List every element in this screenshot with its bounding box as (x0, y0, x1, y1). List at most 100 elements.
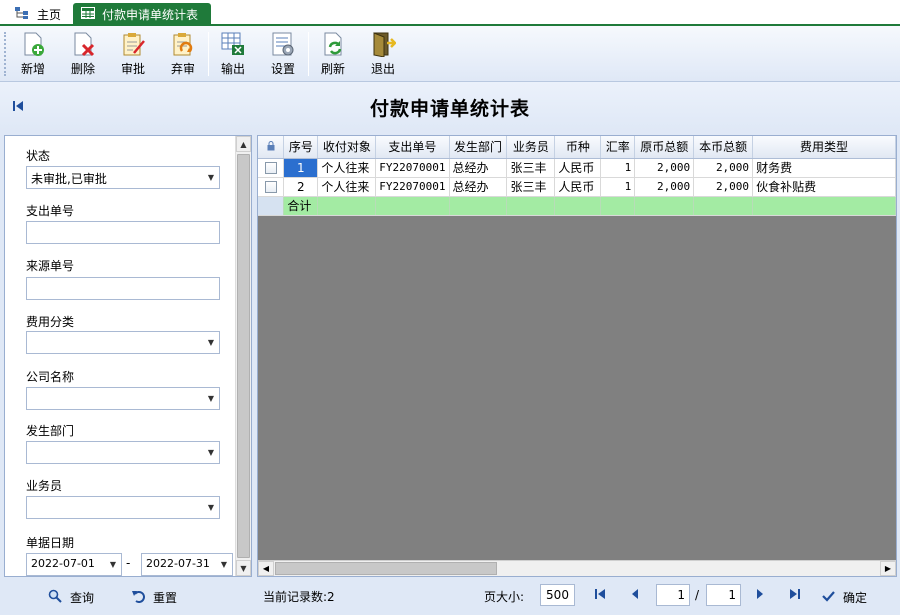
checkbox-icon[interactable] (264, 181, 277, 193)
unapprove-button[interactable]: 弃审 (161, 29, 205, 79)
cell-seq[interactable]: 2 (283, 177, 319, 197)
date-label: 单据日期 (26, 536, 75, 550)
page-size-input[interactable]: 500 (540, 584, 575, 606)
scroll-thumb[interactable] (237, 154, 250, 558)
cell-currency[interactable]: 人民币 (554, 158, 602, 178)
source-no-label: 来源单号 (26, 259, 75, 273)
column-header[interactable]: 支出单号 (375, 136, 450, 159)
data-grid: 序号 收付对象 支出单号 发生部门 业务员 币种 汇率 原币总额 本币总额 费用… (257, 135, 897, 577)
column-header[interactable]: 汇率 (600, 136, 636, 159)
row-checkbox[interactable] (258, 177, 285, 197)
row-checkbox[interactable] (258, 158, 285, 178)
chevron-down-icon[interactable]: ▼ (203, 332, 219, 353)
current-page-input[interactable]: 1 (656, 584, 690, 606)
filter-panel: 状态 未审批,已审批 ▼ 支出单号 来源单号 费用分类 ▼ 公司名称 ▼ 发生部… (4, 135, 252, 577)
chevron-down-icon[interactable]: ▼ (203, 167, 219, 188)
company-select[interactable]: ▼ (26, 387, 220, 410)
column-header[interactable]: 序号 (283, 136, 319, 159)
chevron-down-icon[interactable]: ▼ (105, 554, 121, 575)
undo-icon (131, 589, 145, 606)
expense-category-select[interactable]: ▼ (26, 331, 220, 354)
cell-rate[interactable]: 1 (600, 177, 636, 197)
column-header[interactable]: 业务员 (506, 136, 556, 159)
cell-salesperson[interactable]: 张三丰 (506, 177, 556, 197)
grid-horizontal-scrollbar[interactable]: ◀ ▶ (258, 560, 896, 576)
query-button[interactable]: 查询 (48, 589, 94, 606)
cell-currency[interactable]: 人民币 (554, 177, 602, 197)
lock-icon (267, 140, 275, 154)
scroll-left-icon[interactable]: ◀ (258, 561, 274, 576)
toolbar-grip (4, 32, 7, 76)
tab-home-label: 主页 (37, 8, 62, 22)
date-to-input[interactable]: 2022-07-31 ▼ (141, 553, 233, 576)
cell-local-amount[interactable]: 2,000 (693, 158, 754, 178)
refresh-button[interactable]: 刷新 (311, 29, 355, 79)
add-button[interactable]: 新增 (11, 29, 55, 79)
status-select[interactable]: 未审批,已审批 ▼ (26, 166, 220, 189)
exit-button[interactable]: 退出 (361, 29, 405, 79)
chevron-down-icon[interactable]: ▼ (203, 388, 219, 409)
toolbar-separator (208, 32, 209, 76)
cell-orig-amount[interactable]: 2,000 (634, 177, 695, 197)
next-page-icon[interactable] (755, 588, 765, 603)
summary-cell (449, 196, 508, 216)
column-header[interactable]: 币种 (554, 136, 602, 159)
scroll-up-icon[interactable]: ▲ (236, 136, 251, 152)
first-page-icon[interactable] (594, 588, 606, 603)
tab-home[interactable]: 主页 (6, 3, 69, 26)
tab-payment-stats[interactable]: 付款申请单统计表 (73, 3, 211, 26)
cell-expense-no[interactable]: FY22070001 (375, 158, 450, 178)
summary-cell (317, 196, 377, 216)
expense-no-input[interactable] (26, 221, 220, 244)
last-page-icon[interactable] (789, 588, 801, 603)
table-header-row: 序号 收付对象 支出单号 发生部门 业务员 币种 汇率 原币总额 本币总额 费用… (258, 136, 896, 159)
cell-expense-type[interactable]: 伙食补贴费 (752, 177, 896, 197)
chevron-down-icon[interactable]: ▼ (203, 497, 219, 518)
filter-scrollbar[interactable]: ▲ ▼ (235, 136, 251, 576)
confirm-button[interactable]: 确定 (822, 589, 867, 606)
cell-department[interactable]: 总经办 (449, 177, 508, 197)
refresh-button-label: 刷新 (320, 62, 345, 76)
date-separator: - (126, 556, 131, 570)
column-header[interactable]: 收付对象 (317, 136, 377, 159)
column-header[interactable]: 原币总额 (634, 136, 695, 159)
source-no-input[interactable] (26, 277, 220, 300)
reset-button[interactable]: 重置 (131, 589, 177, 606)
lock-column-header[interactable] (258, 136, 285, 159)
scroll-thumb[interactable] (275, 562, 497, 575)
cell-expense-type[interactable]: 财务费 (752, 158, 896, 178)
cell-local-amount[interactable]: 2,000 (693, 177, 754, 197)
approve-button-label: 审批 (120, 62, 145, 76)
export-button[interactable]: 输出 (211, 29, 255, 79)
cell-seq[interactable]: 1 (283, 158, 319, 178)
prev-page-icon[interactable] (630, 588, 640, 603)
cell-department[interactable]: 总经办 (449, 158, 508, 178)
chevron-down-icon[interactable]: ▼ (203, 442, 219, 463)
delete-button[interactable]: 删除 (61, 29, 105, 79)
column-header[interactable]: 费用类型 (752, 136, 896, 159)
column-header[interactable]: 本币总额 (693, 136, 754, 159)
approve-button[interactable]: 审批 (111, 29, 155, 79)
summary-cell (693, 196, 754, 216)
cell-payee[interactable]: 个人往来 (317, 177, 377, 197)
salesperson-label: 业务员 (26, 479, 63, 493)
export-icon (220, 31, 246, 57)
table-row[interactable]: 2 个人往来 FY22070001 总经办 张三丰 人民币 1 2,000 2,… (258, 177, 896, 197)
cell-rate[interactable]: 1 (600, 158, 636, 178)
cell-expense-no[interactable]: FY22070001 (375, 177, 450, 197)
expense-category-label: 费用分类 (26, 315, 75, 329)
cell-payee[interactable]: 个人往来 (317, 158, 377, 178)
scroll-down-icon[interactable]: ▼ (236, 560, 251, 576)
column-header[interactable]: 发生部门 (449, 136, 508, 159)
cell-orig-amount[interactable]: 2,000 (634, 158, 695, 178)
table-row[interactable]: 1 个人往来 FY22070001 总经办 张三丰 人民币 1 2,000 2,… (258, 158, 896, 178)
checkbox-icon[interactable] (264, 162, 277, 174)
cell-salesperson[interactable]: 张三丰 (506, 158, 556, 178)
scroll-right-icon[interactable]: ▶ (880, 561, 896, 576)
department-select[interactable]: ▼ (26, 441, 220, 464)
salesperson-select[interactable]: ▼ (26, 496, 220, 519)
chevron-down-icon[interactable]: ▼ (216, 554, 232, 575)
footer: 查询 重置 当前记录数:2 页大小: 500 1 / 1 确定 (0, 579, 900, 615)
date-from-input[interactable]: 2022-07-01 ▼ (26, 553, 122, 576)
settings-button[interactable]: 设置 (261, 29, 305, 79)
